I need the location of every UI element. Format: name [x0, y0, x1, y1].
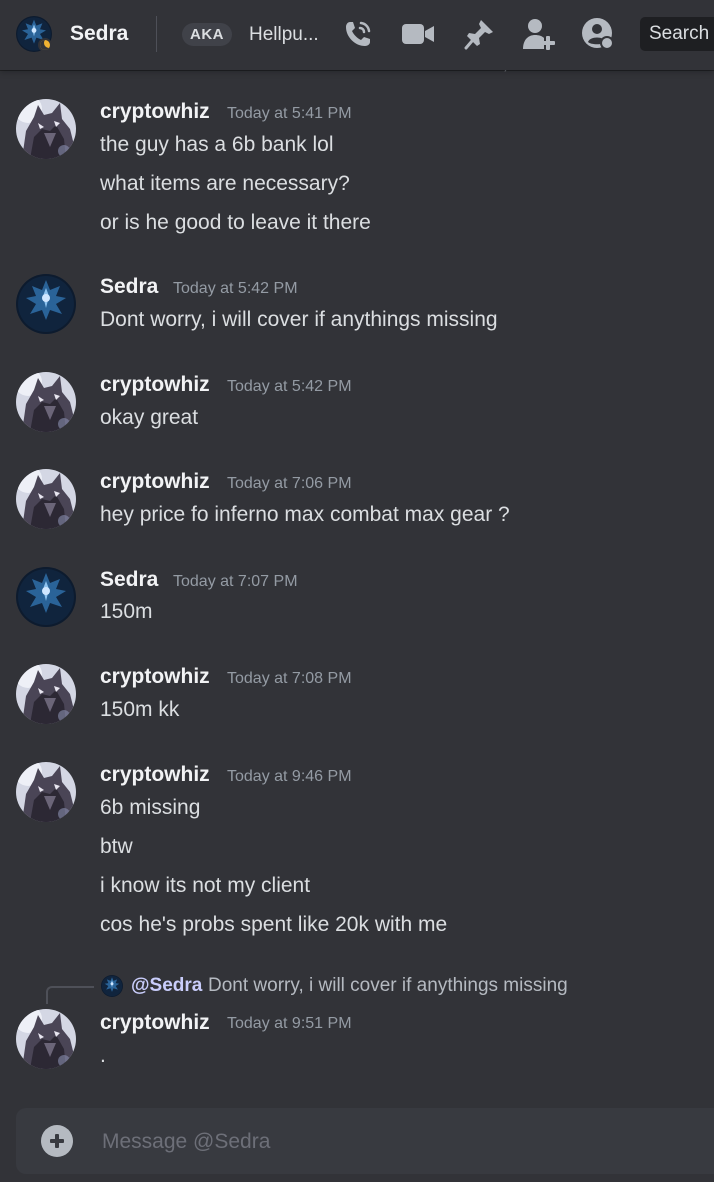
message-timestamp: Today at 7:07 PM — [173, 573, 298, 590]
message-author[interactable]: cryptowhiz — [100, 664, 210, 690]
add-friend-icon[interactable] — [521, 17, 555, 51]
avatar[interactable] — [16, 567, 76, 627]
avatar[interactable] — [16, 372, 76, 432]
message-text: cos he's probs spent like 20k with me — [100, 913, 448, 936]
header-divider — [156, 16, 157, 52]
avatar[interactable] — [16, 469, 76, 529]
message-author[interactable]: cryptowhiz — [100, 1010, 210, 1036]
reply-avatar[interactable] — [101, 975, 123, 997]
message-timestamp: Today at 7:08 PM — [227, 670, 352, 687]
message-author[interactable]: cryptowhiz — [100, 469, 210, 495]
pin-icon[interactable] — [462, 17, 496, 51]
message-text: . — [100, 1044, 106, 1067]
avatar[interactable] — [16, 99, 76, 159]
avatar[interactable] — [16, 664, 76, 724]
message-text: 150m kk — [100, 698, 180, 721]
aka-names[interactable]: Hellpu... — [249, 22, 319, 48]
message-timestamp: Today at 5:41 PM — [227, 105, 352, 122]
chat-header: Sedra AKA Hellpu... Search — [0, 0, 714, 70]
idle-status-icon — [38, 38, 52, 52]
voice-call-icon[interactable] — [341, 17, 375, 51]
message-text: btw — [100, 835, 133, 858]
message-timestamp: Today at 5:42 PM — [227, 378, 352, 395]
message-text: or is he good to leave it there — [100, 211, 371, 234]
dm-title[interactable]: Sedra — [70, 20, 128, 48]
video-call-icon[interactable] — [401, 17, 435, 51]
message-timestamp: Today at 9:51 PM — [227, 1015, 352, 1032]
message-timestamp: Today at 7:06 PM — [227, 475, 352, 492]
message-author[interactable]: cryptowhiz — [100, 762, 210, 788]
message-timestamp: Today at 9:46 PM — [227, 768, 352, 785]
add-attachment-icon[interactable] — [41, 1125, 73, 1157]
message-author[interactable]: cryptowhiz — [100, 372, 210, 398]
avatar[interactable] — [16, 1009, 76, 1069]
message-text: okay great — [100, 406, 199, 429]
message-author[interactable]: Sedra — [100, 567, 158, 593]
reply-preview-text[interactable]: Dont worry, i will cover if anythings mi… — [208, 973, 568, 999]
user-profile-icon[interactable] — [581, 17, 615, 51]
message-author[interactable]: Sedra — [100, 274, 158, 300]
message-author[interactable]: cryptowhiz — [100, 99, 210, 125]
avatar[interactable] — [16, 762, 76, 822]
message-text: i know its not my client — [100, 874, 311, 897]
message-text: 150m — [100, 600, 153, 623]
message-text: the guy has a 6b bank lol — [100, 133, 334, 156]
reply-mention[interactable]: @Sedra — [131, 973, 202, 999]
message-text: what items are necessary? — [100, 172, 350, 195]
avatar[interactable] — [16, 274, 76, 334]
message-text: hey price fo inferno max combat max gear… — [100, 503, 510, 526]
message-input[interactable] — [100, 1118, 704, 1166]
search-input[interactable]: Search — [640, 17, 714, 51]
message-timestamp: Today at 5:42 PM — [173, 280, 298, 297]
aka-badge: AKA — [182, 23, 232, 46]
message-text: 6b missing — [100, 796, 201, 819]
message-composer — [16, 1108, 714, 1174]
message-text: Dont worry, i will cover if anythings mi… — [100, 308, 498, 331]
reply-spine — [46, 986, 94, 1004]
